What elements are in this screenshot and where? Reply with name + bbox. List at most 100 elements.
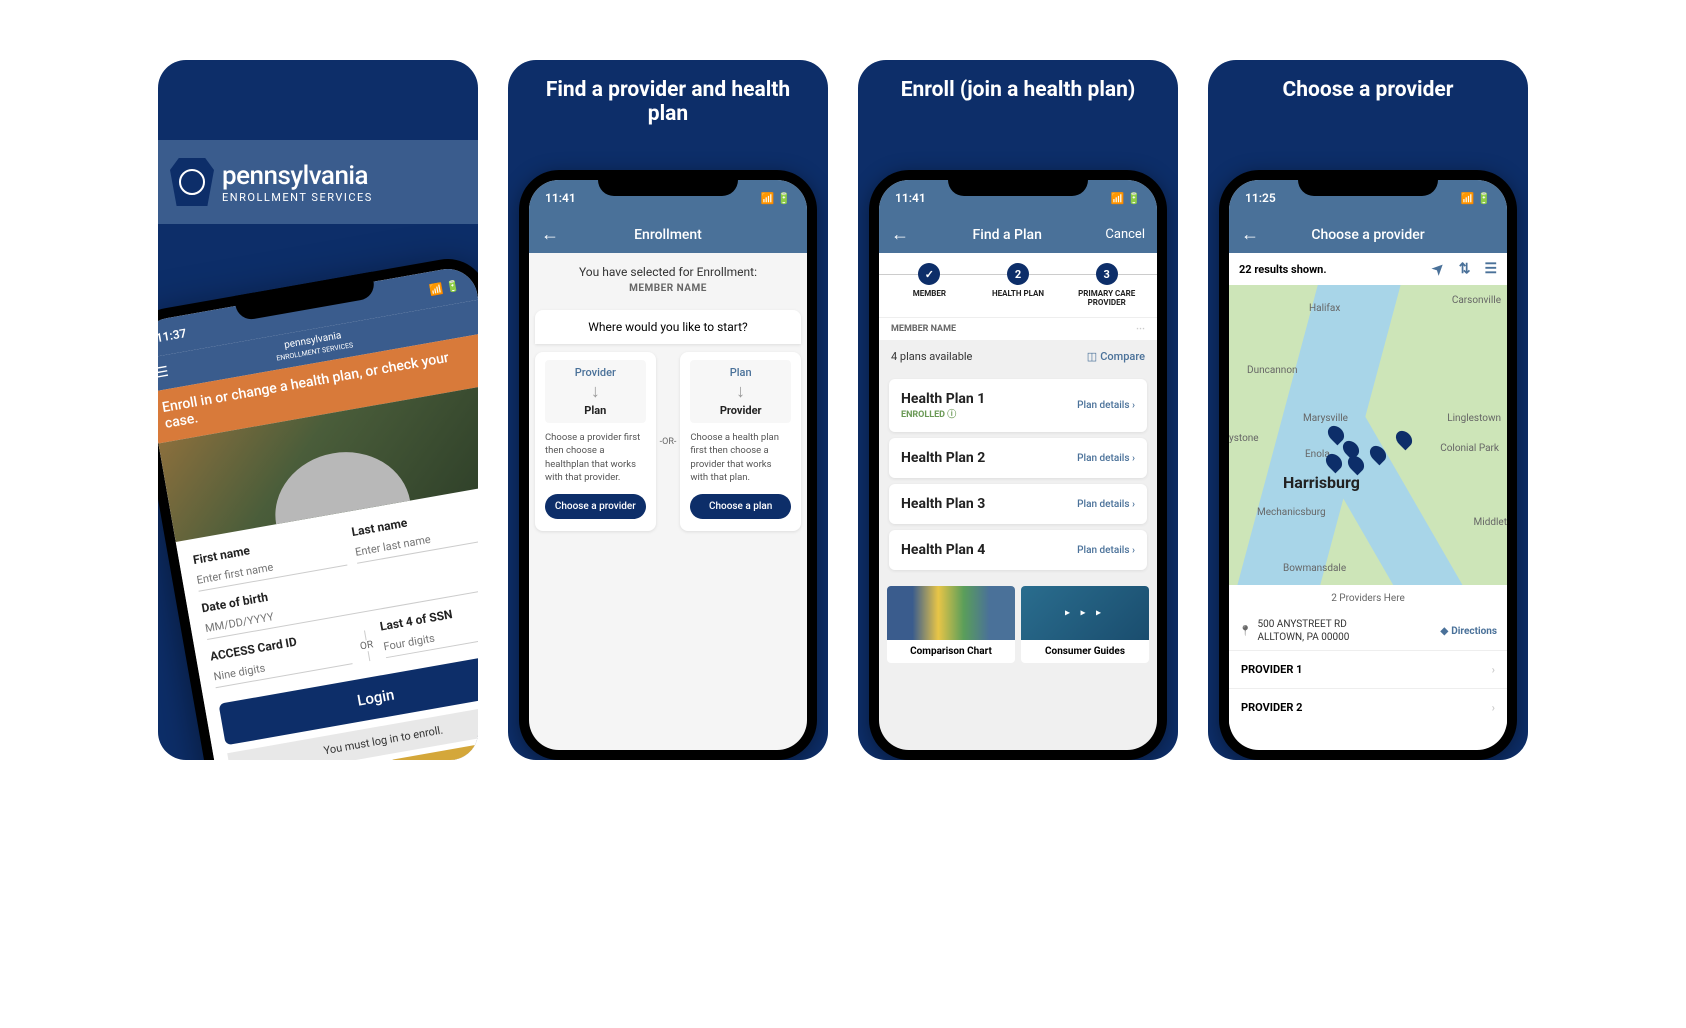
logo-line2: ENROLLMENT SERVICES [222,191,373,204]
enrolled-badge: ENROLLED ⓘ [901,407,985,420]
header-title: Enrollment [634,227,702,243]
status-time: 11:41 [545,191,576,205]
plan-details-link[interactable]: Plan details › [1077,400,1135,411]
city-keystone: ystone [1229,433,1259,444]
hamburger-icon[interactable] [158,363,173,382]
results-count: 22 results shown. [1239,263,1327,276]
city-mechanicsburg: Mechanicsburg [1257,507,1326,518]
member-name: MEMBER NAME [541,283,795,294]
status-time: 11:41 [895,191,926,205]
plan-name: Health Plan 4 [901,542,985,558]
app-store-card-3: Enroll (join a health plan) 11:41 📶 🔋 Fi… [858,60,1178,760]
plan-card[interactable]: Health Plan 4 Plan details › [889,530,1147,570]
provider-first-column: Provider ↓ Plan Choose a provider first … [535,352,656,531]
keystone-icon [170,158,214,206]
back-icon[interactable] [1241,224,1259,245]
consumer-guides-card[interactable]: Consumer Guides [1021,586,1149,663]
col2-bot: Provider [696,404,785,417]
plan-details-link[interactable]: Plan details › [1077,545,1135,556]
city-bowmansdale: Bowmansdale [1283,563,1346,574]
arrow-down-icon: ↓ [551,381,640,402]
phone-mockup-3: 11:41 📶 🔋 Find a Plan Cancel MEMBER 2HEA… [869,170,1167,760]
compare-button[interactable]: Compare [1087,350,1145,363]
phone-mockup-4: 11:25 📶 🔋 Choose a provider 22 results s… [1219,170,1517,760]
app-header: Find a Plan Cancel [879,216,1157,253]
compare-icon [1087,350,1097,363]
status-icons: 📶 🔋 [1461,192,1491,205]
plan-name: Health Plan 3 [901,496,985,512]
app-header: Enrollment [529,216,807,253]
list-view-icon[interactable] [1484,261,1497,277]
plan-card[interactable]: Health Plan 3 Plan details › [889,484,1147,524]
card-title: Choose a provider [1208,60,1528,112]
col2-top: Plan [696,366,785,379]
step-number-icon: 2 [1007,263,1029,285]
plan-details-link[interactable]: Plan details › [1077,453,1135,464]
step-check-icon [918,263,940,285]
status-time: 11:37 [158,326,188,345]
address: 500 ANYSTREET RDALLTOWN, PA 00000 [1257,618,1349,644]
status-time: 11:25 [1245,191,1276,205]
city-colonial: Colonial Park [1440,443,1499,454]
or-divider: OR [358,629,376,662]
comparison-chart-thumb [887,586,1015,640]
step-number-icon: 3 [1096,263,1118,285]
choose-plan-button[interactable]: Choose a plan [690,494,791,519]
city-halifax: Halifax [1309,303,1340,314]
app-header: Choose a provider [1229,216,1507,253]
plan-card[interactable]: Health Plan 1ENROLLED ⓘ Plan details › [889,379,1147,432]
header-title: Choose a provider [1311,227,1424,243]
filter-icon[interactable] [1459,261,1471,277]
status-icons: 📶 🔋 [761,192,791,205]
or-text: -OR- [656,352,681,531]
map-pin-icon[interactable] [1393,428,1416,451]
providers-here: 2 Providers Here [1229,585,1507,612]
back-icon[interactable] [891,224,909,245]
provider-row-1[interactable]: PROVIDER 1› [1229,650,1507,688]
phone-mockup-2: 11:41 📶 🔋 Enrollment You have selected f… [519,170,817,760]
choose-provider-button[interactable]: Choose a provider [545,494,646,519]
pin-icon [1239,626,1251,637]
consumer-guides-label: Consumer Guides [1021,640,1149,663]
member-row: MEMBER NAME⋯ [879,317,1157,340]
plan-name: Health Plan 1 [901,391,985,407]
card-title: Find a provider and health plan [508,60,828,136]
logo-banner: pennsylvania ENROLLMENT SERVICES [158,140,478,224]
cancel-button[interactable]: Cancel [1105,227,1145,242]
col1-desc: Choose a provider first then choose a he… [545,431,646,484]
step-member: MEMBER [885,263,974,298]
app-store-card-1: pennsylvania ENROLLMENT SERVICES 11:37 📶… [158,60,478,760]
logo-line1: pennsylvania [222,161,373,191]
tilted-phone: 11:37 📶 🔋 pennsylvaniaENROLLMENT SERVICE… [158,253,478,760]
provider-row-2[interactable]: PROVIDER 2› [1229,688,1507,726]
plans-available: 4 plans available [891,350,972,363]
city-linglestown: Linglestown [1447,413,1501,424]
step-pcp: 3PRIMARY CARE PROVIDER [1062,263,1151,307]
plan-first-column: Plan ↓ Provider Choose a health plan fir… [680,352,801,531]
col1-top: Provider [551,366,640,379]
selection-text: You have selected for Enrollment: MEMBER… [529,253,807,306]
plan-name: Health Plan 2 [901,450,985,466]
col2-desc: Choose a health plan first then choose a… [690,431,791,484]
arrow-down-icon: ↓ [696,381,785,402]
step-health-plan: 2HEALTH PLAN [974,263,1063,298]
back-icon[interactable] [541,224,559,245]
locate-icon[interactable] [1433,261,1445,277]
header-title: Find a Plan [973,227,1042,243]
status-icons: 📶 🔋 [1111,192,1141,205]
app-store-card-2: Find a provider and health plan 11:41 📶 … [508,60,828,760]
diamond-icon [1441,626,1449,637]
col1-bot: Plan [551,404,640,417]
city-duncannon: Duncannon [1247,365,1298,376]
comparison-chart-card[interactable]: Comparison Chart [887,586,1015,663]
status-icons: 📶 🔋 [429,278,461,296]
city-marysville: Marysville [1303,413,1348,424]
map-view[interactable]: Halifax Carsonville Duncannon Marysville… [1229,285,1507,585]
directions-button[interactable]: Directions [1441,626,1497,637]
chevron-right-icon: › [1492,701,1495,714]
plan-details-link[interactable]: Plan details › [1077,499,1135,510]
city-middletown: Middlet [1474,517,1507,528]
plan-card[interactable]: Health Plan 2 Plan details › [889,438,1147,478]
app-store-card-4: Choose a provider 11:25 📶 🔋 Choose a pro… [1208,60,1528,760]
comparison-chart-label: Comparison Chart [887,640,1015,663]
